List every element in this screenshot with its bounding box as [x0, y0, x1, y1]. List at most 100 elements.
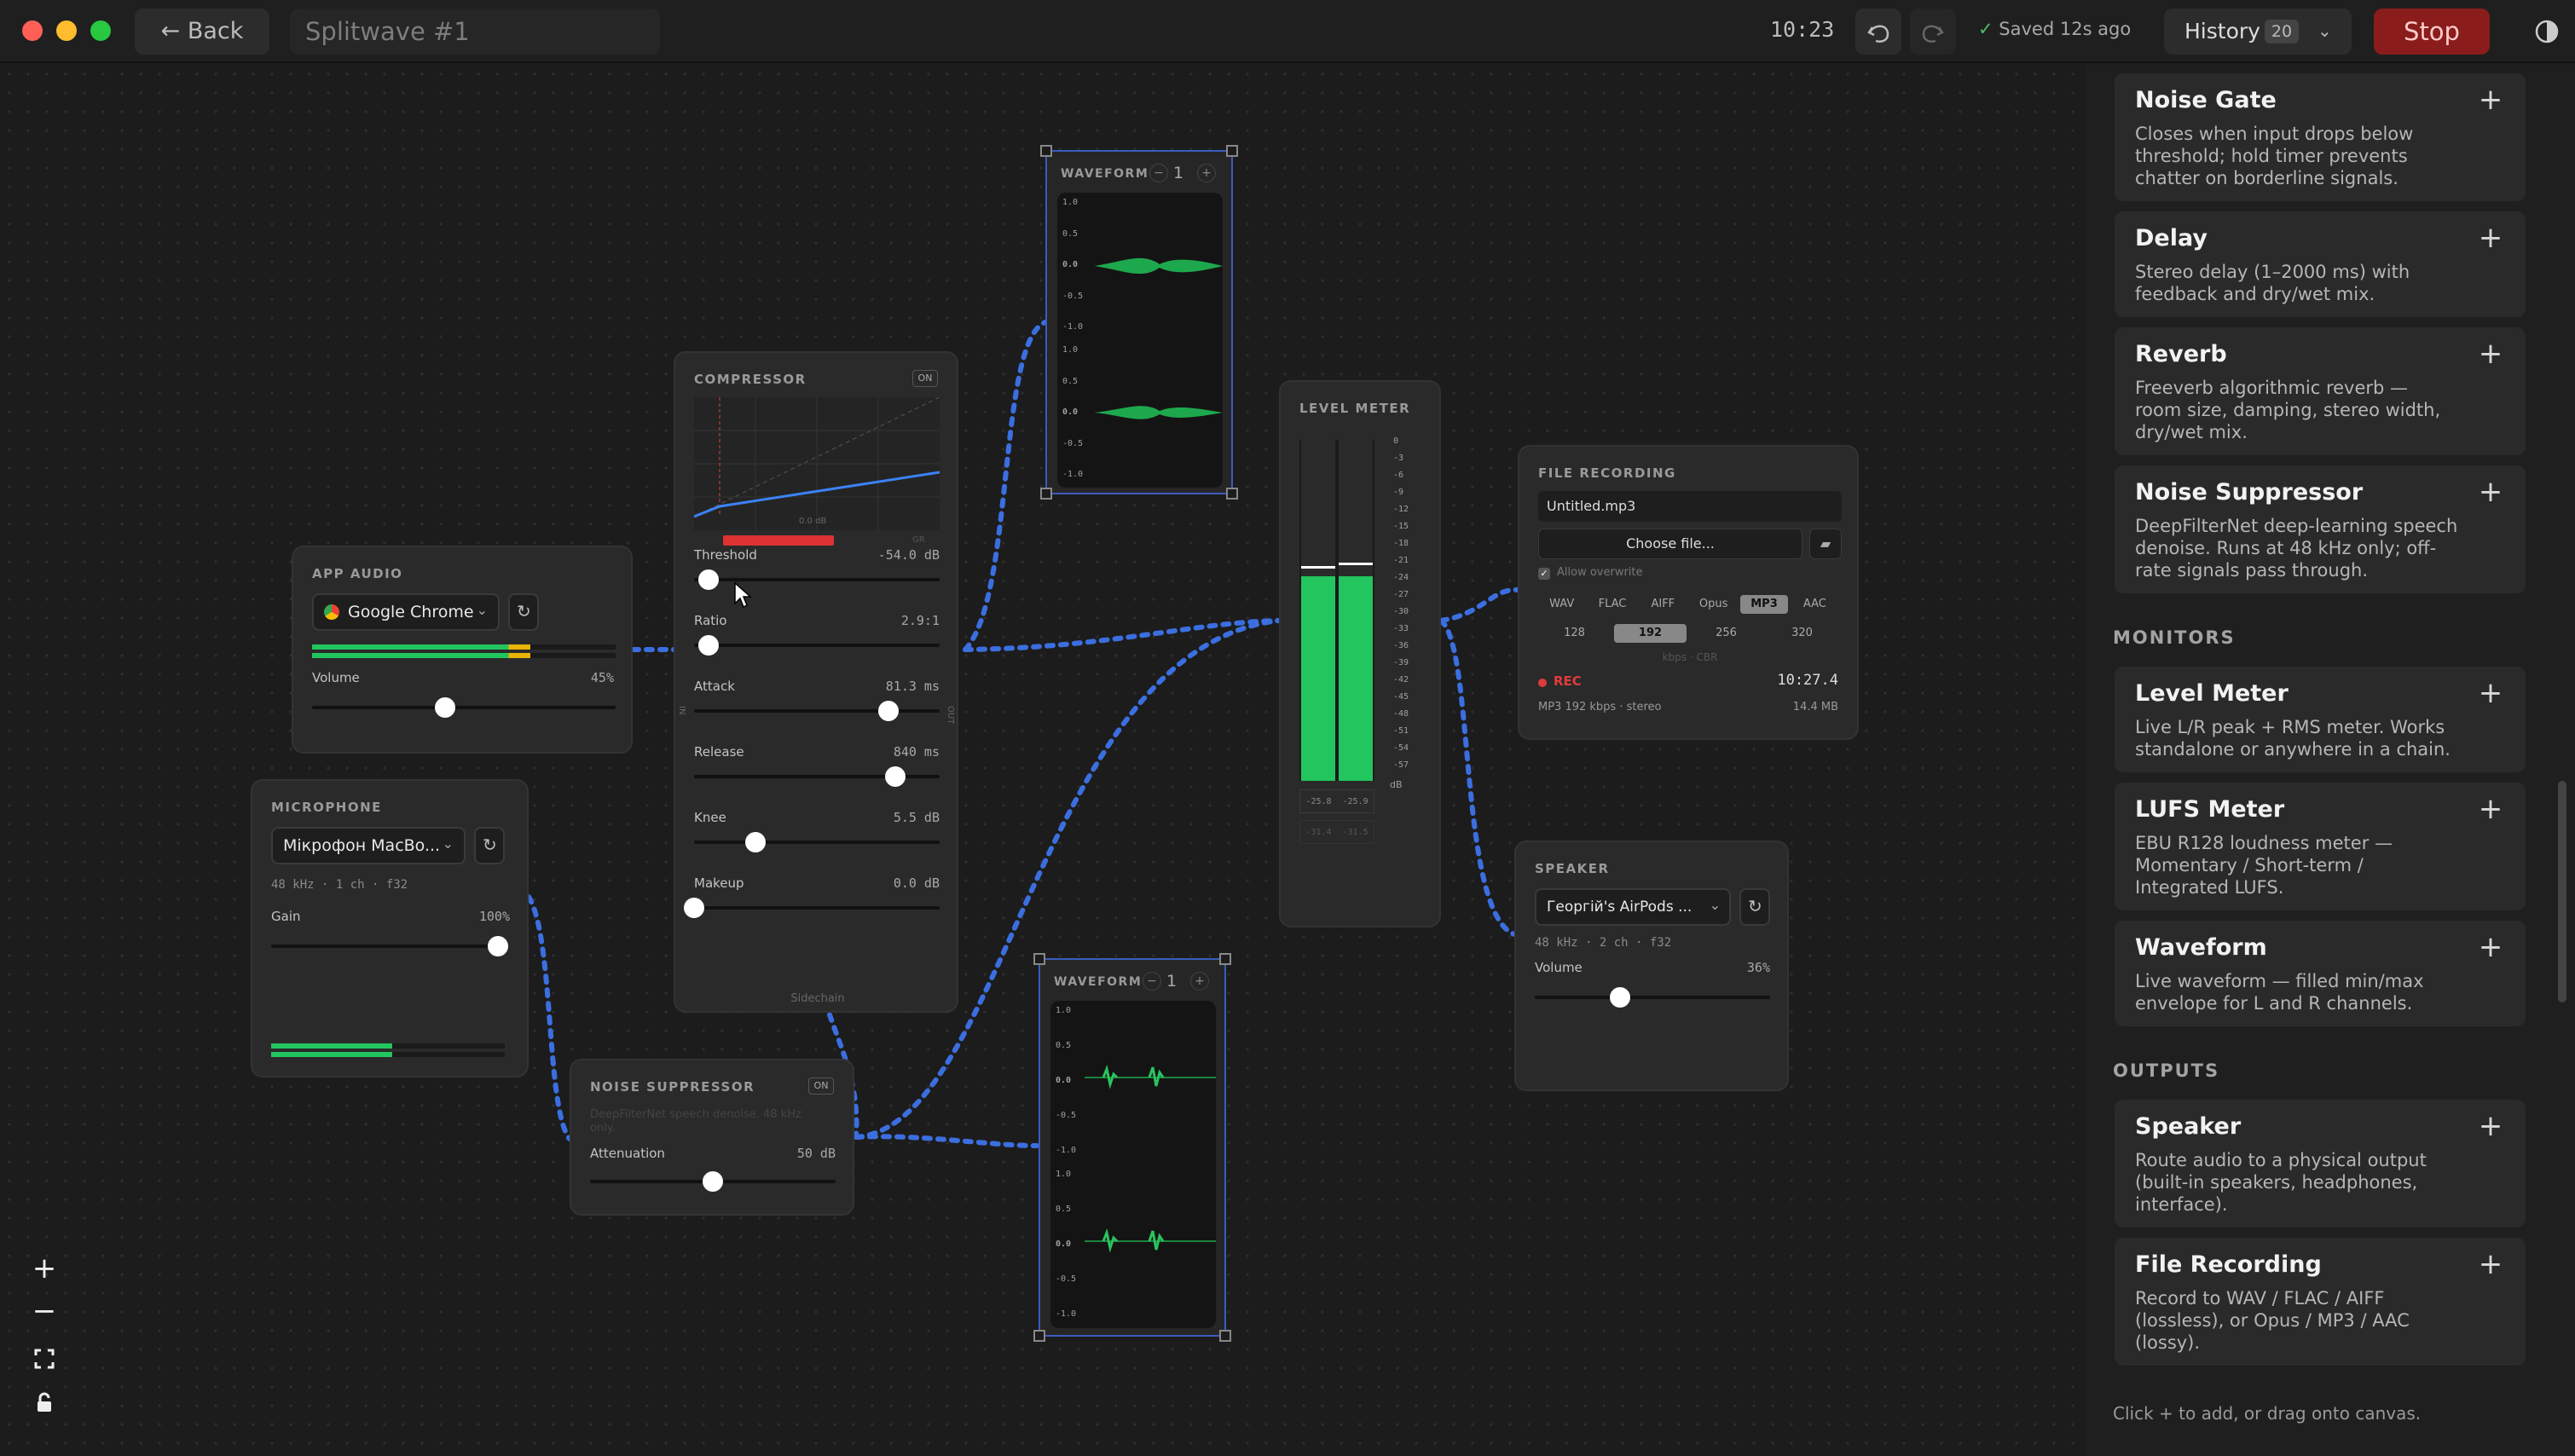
library-card-level-meter[interactable]: Level Meter Live L/R peak + RMS meter. W…	[2115, 667, 2526, 772]
gain-reduction-bar	[723, 535, 834, 546]
noise-suppressor-node[interactable]: NOISE SUPPRESSOR ON DeepFilterNet speech…	[570, 1059, 854, 1216]
resize-handle[interactable]	[1226, 488, 1238, 500]
add-node-button[interactable]: +	[2476, 1250, 2505, 1279]
volume-slider[interactable]	[1535, 996, 1770, 999]
card-title: Noise Suppressor	[2135, 479, 2364, 506]
sidebar-scrollbar[interactable]	[2558, 781, 2566, 1002]
option-256[interactable]: 256	[1690, 624, 1762, 643]
resize-handle[interactable]	[1219, 1330, 1231, 1342]
resize-handle[interactable]	[1033, 953, 1045, 965]
choose-file-button[interactable]: Choose file...	[1538, 529, 1802, 559]
volume-slider-thumb[interactable]	[435, 697, 455, 718]
speaker-device-select[interactable]: Георгій's AirPods ... ⌄	[1535, 888, 1731, 926]
compressor-node[interactable]: COMPRESSOR ON 0.0 dB GR Threshold -54.0 …	[674, 351, 958, 1013]
level-meter-node[interactable]: LEVEL METER 0 -3 -6 -9 -12 -15 -18 -21 -24 -27 -30…	[1279, 380, 1441, 927]
resize-handle[interactable]	[1219, 953, 1231, 965]
param-slider-thumb[interactable]	[698, 569, 720, 590]
channels-increment-button[interactable]: +	[1197, 164, 1216, 182]
attenuation-slider-thumb[interactable]	[703, 1171, 723, 1192]
param-value: 5.5 dB	[893, 810, 940, 825]
param-slider-thumb[interactable]	[684, 898, 704, 918]
stop-button[interactable]: Stop	[2374, 9, 2490, 55]
add-node-button[interactable]: +	[2476, 85, 2505, 114]
channels-decrement-button[interactable]: −	[1149, 164, 1168, 182]
add-node-button[interactable]: +	[2476, 933, 2505, 962]
resize-handle[interactable]	[1033, 1330, 1045, 1342]
param-slider-thumb[interactable]	[877, 701, 899, 721]
param-slider[interactable]	[694, 644, 940, 647]
option-128[interactable]: 128	[1538, 624, 1611, 643]
option-192[interactable]: 192	[1614, 624, 1687, 643]
refresh-button[interactable]: ↻	[474, 827, 505, 864]
param-slider-thumb[interactable]	[745, 832, 766, 852]
zoom-out-button[interactable]: −	[26, 1294, 63, 1332]
add-node-button[interactable]: +	[2476, 1112, 2505, 1141]
option-aac[interactable]: AAC	[1791, 595, 1838, 614]
rec-label: REC	[1554, 673, 1582, 689]
channels-increment-button[interactable]: +	[1190, 972, 1209, 991]
add-node-button[interactable]: +	[2476, 679, 2505, 708]
refresh-button[interactable]: ↻	[1739, 888, 1770, 926]
wire-meter-to-file-recording	[1438, 586, 1520, 623]
library-card-file-recording[interactable]: File Recording Record to WAV / FLAC / AI…	[2115, 1238, 2526, 1366]
wire-meter-to-speaker	[1438, 618, 1517, 937]
allow-overwrite-checkbox[interactable]: ✓	[1538, 568, 1550, 580]
option-wav[interactable]: WAV	[1538, 595, 1585, 614]
library-card-noise-suppressor[interactable]: Noise Suppressor DeepFilterNet deep-lear…	[2115, 465, 2526, 593]
library-card-noise-gate[interactable]: Noise Gate Closes when input drops below…	[2115, 73, 2526, 201]
param-slider-thumb[interactable]	[698, 635, 720, 656]
option-flac[interactable]: FLAC	[1588, 595, 1635, 614]
mouse-cursor	[734, 581, 752, 609]
option-mp3[interactable]: MP3	[1740, 595, 1788, 614]
param-slider[interactable]	[694, 709, 940, 713]
volume-slider-thumb[interactable]	[1610, 987, 1630, 1008]
refresh-button[interactable]: ↻	[508, 593, 539, 631]
library-card-lufs-meter[interactable]: LUFS Meter EBU R128 loudness meter — Mom…	[2115, 783, 2526, 910]
param-slider[interactable]	[694, 841, 940, 844]
waveform-top-node[interactable]: WAVEFORM − 1 + 1.0 0.5 0.0 -0.5 -1.0 1.0 0.5 0.…	[1040, 145, 1238, 500]
app-source-select[interactable]: Google Chrome ⌄	[312, 593, 500, 631]
add-node-button[interactable]: +	[2476, 223, 2505, 252]
microphone-node[interactable]: MICROPHONE Мікрофон MacBo... ⌄ ↻ 48 kHz …	[251, 779, 529, 1078]
gain-slider[interactable]	[271, 945, 505, 948]
add-node-button[interactable]: +	[2476, 477, 2505, 506]
resize-handle[interactable]	[1226, 145, 1238, 157]
app-audio-node[interactable]: APP AUDIO Google Chrome ⌄ ↻ Volume 45%	[292, 546, 633, 754]
option-aiff[interactable]: AIFF	[1640, 595, 1687, 614]
channels-decrement-button[interactable]: −	[1143, 972, 1161, 991]
filename-field[interactable]: Untitled.mp3	[1538, 491, 1842, 522]
attenuation-value: 50 dB	[796, 1146, 836, 1161]
param-slider-thumb[interactable]	[885, 766, 906, 787]
zoom-in-button[interactable]: +	[26, 1251, 63, 1289]
library-card-delay[interactable]: Delay Stereo delay (1–2000 ms) with feed…	[2115, 211, 2526, 317]
graph-canvas[interactable]: APP AUDIO Google Chrome ⌄ ↻ Volume 45% M…	[0, 65, 2084, 1456]
volume-slider[interactable]	[312, 706, 616, 709]
scale-tick: -9	[1393, 488, 1404, 497]
history-button[interactable]: History 20 ⌄	[2164, 9, 2352, 55]
library-card-waveform[interactable]: Waveform Live waveform — filled min/max …	[2115, 921, 2526, 1026]
gain-slider-thumb[interactable]	[488, 936, 508, 956]
open-folder-button[interactable]: ▰	[1809, 529, 1842, 559]
scale-tick: -54	[1393, 743, 1409, 753]
add-node-button[interactable]: +	[2476, 339, 2505, 368]
resize-handle[interactable]	[1040, 488, 1052, 500]
fit-view-button[interactable]	[26, 1340, 63, 1378]
param-slider[interactable]	[694, 578, 940, 581]
library-card-reverb[interactable]: Reverb Freeverb algorithmic reverb — roo…	[2115, 327, 2526, 455]
app-audio-meter-left	[312, 644, 616, 650]
suppressor-toggle[interactable]: ON	[808, 1078, 834, 1095]
compressor-toggle[interactable]: ON	[912, 370, 938, 387]
waveform-bottom-node[interactable]: WAVEFORM − 1 + 1.0 0.5 0.0 -0.5 -1.0 1.0 0.5 0.…	[1033, 953, 1231, 1342]
resize-handle[interactable]	[1040, 145, 1052, 157]
param-slider[interactable]	[694, 906, 940, 910]
add-node-button[interactable]: +	[2476, 794, 2505, 823]
file-recording-node[interactable]: FILE RECORDING Untitled.mp3 Choose file.…	[1518, 445, 1859, 740]
library-card-speaker[interactable]: Speaker Route audio to a physical output…	[2115, 1100, 2526, 1228]
mic-device-select[interactable]: Мікрофон MacBo... ⌄	[271, 827, 466, 864]
lock-button[interactable]	[26, 1384, 63, 1422]
theme-toggle-button[interactable]	[2527, 12, 2566, 51]
speaker-node[interactable]: SPEAKER Георгій's AirPods ... ⌄ ↻ 48 kHz…	[1514, 841, 1789, 1091]
option-320[interactable]: 320	[1766, 624, 1838, 643]
fit-view-icon	[34, 1349, 55, 1369]
option-opus[interactable]: Opus	[1690, 595, 1737, 614]
